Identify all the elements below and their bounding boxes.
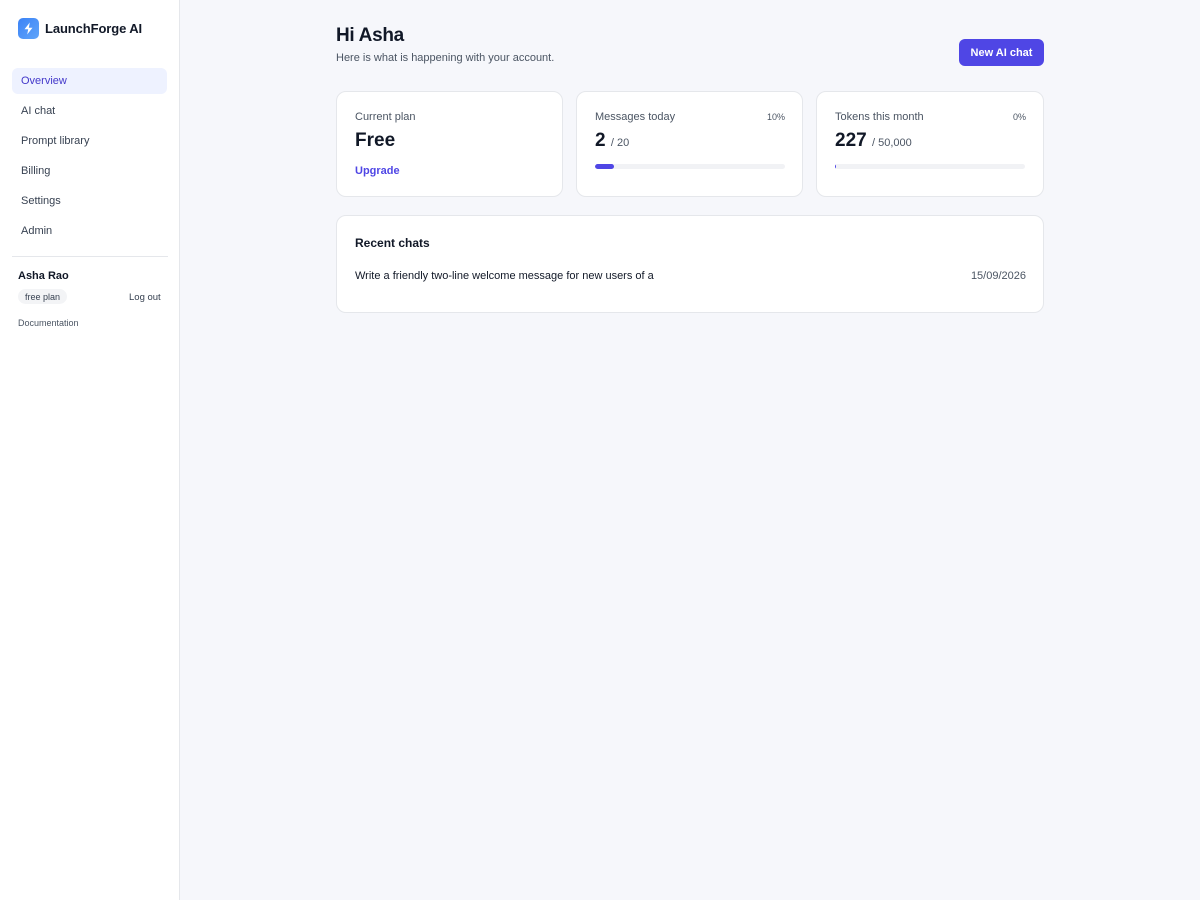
app-name: LaunchForge AI <box>45 21 143 36</box>
usage-progress-fill <box>835 164 836 169</box>
usage-limit: / 50,000 <box>871 137 912 149</box>
usage-progress-bar <box>595 164 785 169</box>
usage-progress-bar <box>835 164 1025 169</box>
sidebar-item-prompt-library[interactable]: Prompt library <box>12 128 167 154</box>
brand[interactable]: LaunchForge AI <box>18 18 142 39</box>
usage-percent: 10% <box>766 112 785 122</box>
card-label: Messages today <box>595 111 676 123</box>
usage-limit: / 20 <box>610 137 630 149</box>
usage-value: 227 / 50,000 <box>835 130 912 152</box>
recent-chats-card: Recent chats Write a friendly two-line w… <box>336 215 1044 313</box>
usage-value: 2 / 20 <box>595 130 629 152</box>
usage-count: 227 <box>835 130 867 151</box>
sidebar-divider <box>12 256 168 257</box>
sidebar-item-settings[interactable]: Settings <box>12 188 167 214</box>
sidebar-item-ai-chat[interactable]: AI chat <box>12 98 167 124</box>
logout-button[interactable]: Log out <box>129 292 161 303</box>
plan-badge: free plan <box>18 289 68 304</box>
sidebar-item-overview[interactable]: Overview <box>12 68 167 94</box>
page-subtitle: Here is what is happening with your acco… <box>336 52 555 64</box>
lightning-bolt-icon <box>18 18 39 39</box>
usage-progress-fill <box>595 164 614 169</box>
current-plan-card: Current plan Free Upgrade <box>336 91 563 197</box>
section-title: Recent chats <box>355 236 430 250</box>
card-label: Current plan <box>355 111 416 123</box>
messages-today-card: Messages today 10% 2 / 20 <box>576 91 803 197</box>
new-ai-chat-button[interactable]: New AI chat <box>959 39 1044 66</box>
sidebar-item-admin[interactable]: Admin <box>12 218 167 244</box>
chat-title: Write a friendly two-line welcome messag… <box>355 270 654 282</box>
tokens-month-card: Tokens this month 0% 227 / 50,000 <box>816 91 1044 197</box>
user-name: Asha Rao <box>18 270 69 282</box>
list-item[interactable]: Write a friendly two-line welcome messag… <box>355 270 1026 282</box>
plan-value: Free <box>355 130 396 151</box>
card-label: Tokens this month <box>835 111 924 123</box>
sidebar-item-billing[interactable]: Billing <box>12 158 167 184</box>
page-title: Hi Asha <box>336 25 404 46</box>
chat-date: 15/09/2026 <box>970 270 1026 282</box>
upgrade-link[interactable]: Upgrade <box>355 165 400 177</box>
documentation-link[interactable]: Documentation <box>18 318 79 328</box>
usage-count: 2 <box>595 130 606 151</box>
sidebar: LaunchForge AI Overview AI chat Prompt l… <box>0 0 180 900</box>
usage-percent: 0% <box>1012 112 1026 122</box>
sidebar-nav: Overview AI chat Prompt library Billing … <box>12 68 167 248</box>
